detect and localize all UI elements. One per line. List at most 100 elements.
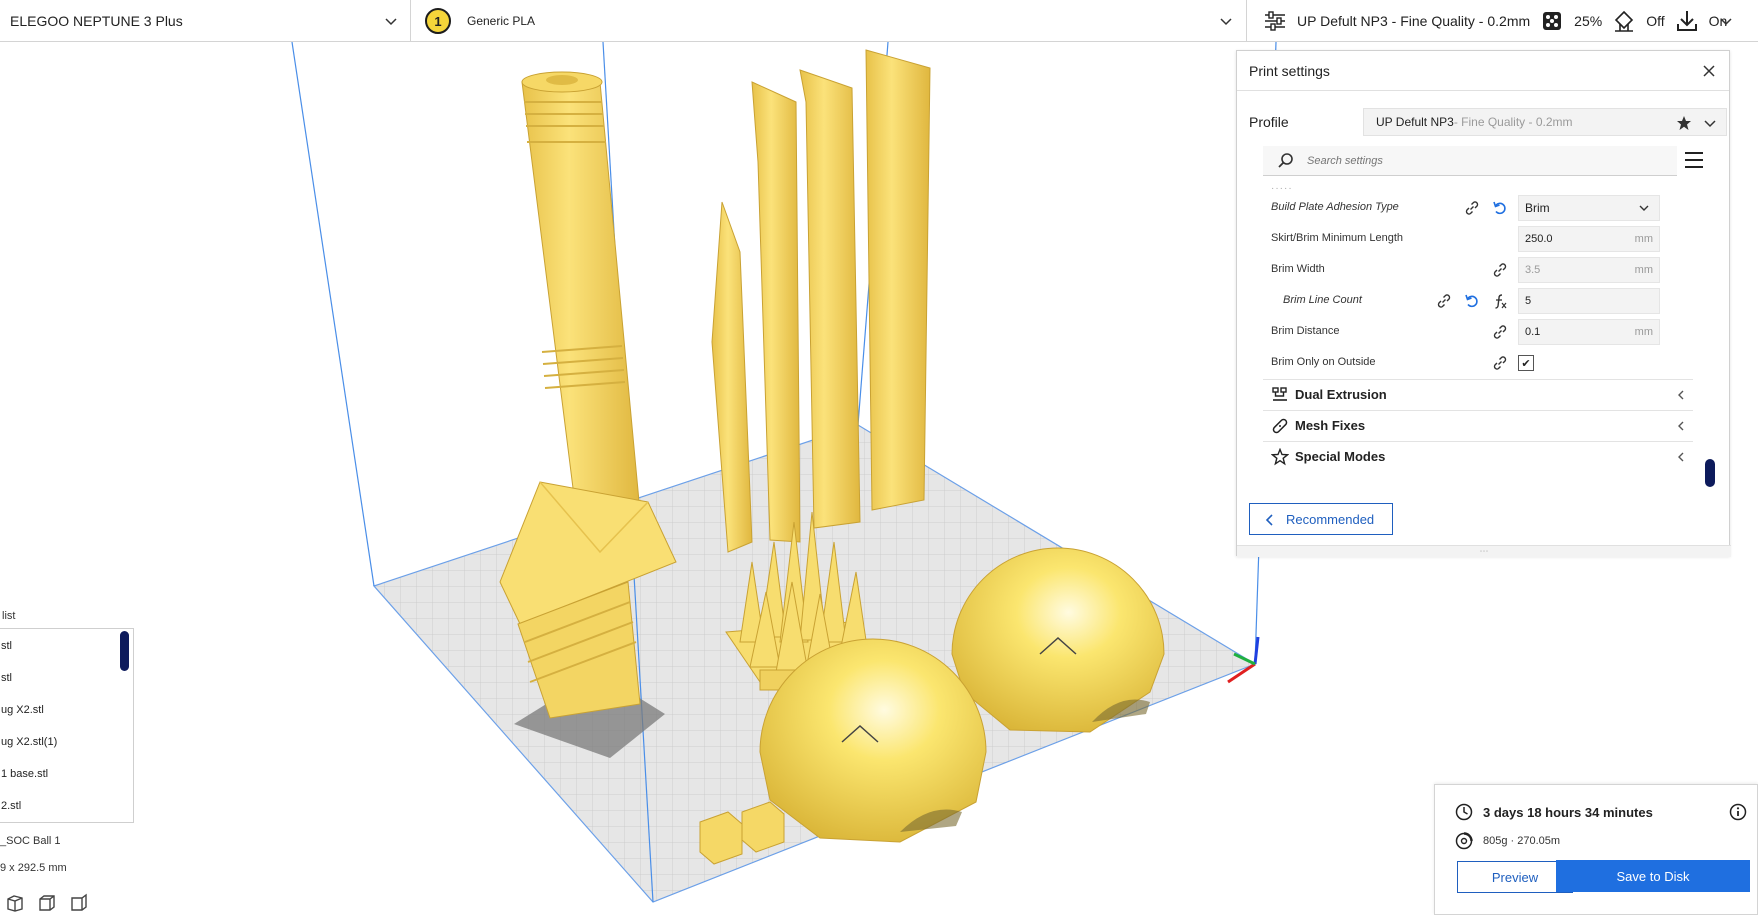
reset-icon[interactable] [1463, 292, 1481, 310]
brim-distance-input[interactable]: 0.1 mm [1518, 319, 1660, 345]
support-value: Off [1646, 13, 1665, 29]
view-front-icon[interactable] [36, 893, 58, 913]
profile-quality: - Fine Quality - 0.2mm [1453, 115, 1573, 129]
save-to-disk-button[interactable]: Save to Disk [1556, 860, 1750, 892]
clock-icon [1455, 803, 1473, 821]
star-icon[interactable] [1676, 115, 1692, 131]
setting-brim-only-outside: Brim Only on Outside ✔ [1263, 348, 1693, 378]
view-3d-icon[interactable] [4, 893, 26, 913]
profile-name: UP Defult NP3 [1376, 115, 1454, 129]
search-icon [1278, 153, 1293, 168]
list-item[interactable]: ug X2.stl [1, 695, 111, 725]
material-name: Generic PLA [467, 14, 536, 28]
infill-value: 25% [1574, 13, 1603, 29]
menu-icon[interactable] [1683, 149, 1705, 171]
unit-label: mm [1634, 233, 1653, 245]
brim-line-count-input[interactable]: 5 [1518, 288, 1660, 314]
printer-name: ELEGOO NEPTUNE 3 Plus [10, 13, 183, 29]
close-icon[interactable] [1701, 63, 1717, 79]
search-input[interactable] [1307, 150, 1667, 172]
chevron-down-icon [1639, 205, 1649, 211]
setting-label: Brim Width [1271, 263, 1325, 275]
view-buttons [4, 893, 90, 913]
view-side-icon[interactable] [68, 893, 90, 913]
extruder-badge: 1 [425, 8, 451, 34]
info-icon[interactable] [1729, 803, 1747, 821]
print-settings-panel: Print settings Profile UP Defult NP3 - F… [1236, 50, 1731, 557]
brim-only-outside-checkbox[interactable]: ✔ [1518, 355, 1534, 371]
dual-extrusion-icon [1272, 387, 1287, 401]
list-item[interactable]: stl [1, 631, 111, 661]
profile-summary: UP Defult NP3 - Fine Quality - 0.2mm [1297, 13, 1531, 29]
panel-resize-handle[interactable]: ⋯ [1237, 545, 1731, 557]
recommended-label: Recommended [1286, 511, 1375, 527]
setting-brim-width: Brim Width 3.5 mm [1263, 255, 1693, 285]
list-item[interactable]: 1 base.stl [1, 759, 111, 789]
link-icon[interactable] [1491, 261, 1509, 279]
profile-dropdown[interactable]: UP Defult NP3 - Fine Quality - 0.2mm [1363, 108, 1727, 136]
input-value: 5 [1525, 295, 1532, 307]
support-icon [1615, 10, 1634, 32]
chevron-down-icon [1720, 18, 1732, 26]
chevron-left-icon [1678, 452, 1684, 462]
adhesion-type-value: Brim [1525, 201, 1550, 215]
list-item[interactable]: 2.stl [1, 791, 111, 821]
chevron-down-icon [1704, 120, 1716, 128]
category-dual-extrusion[interactable]: Dual Extrusion [1263, 379, 1693, 409]
recommended-button[interactable]: Recommended [1249, 503, 1393, 535]
input-value: 0.1 [1525, 326, 1541, 338]
category-label: Dual Extrusion [1295, 387, 1387, 402]
link-icon[interactable] [1463, 199, 1481, 217]
setting-brim-distance: Brim Distance 0.1 mm [1263, 317, 1693, 347]
selected-object-name: _SOC Ball 1 [0, 835, 61, 847]
function-icon[interactable] [1491, 292, 1509, 310]
brim-width-input[interactable]: 3.5 mm [1518, 257, 1660, 283]
link-icon[interactable] [1491, 323, 1509, 341]
setting-brim-line-count: Brim Line Count 5 [1263, 286, 1693, 316]
input-value: 250.0 [1525, 233, 1553, 245]
settings-scrollbar[interactable] [1705, 459, 1715, 487]
adhesion-type-select[interactable]: Brim [1518, 195, 1660, 221]
unit-label: mm [1634, 264, 1653, 276]
sliders-icon [1265, 11, 1285, 31]
link-icon[interactable] [1435, 292, 1453, 310]
object-list-title[interactable]: list [2, 610, 15, 622]
object-list: stl stl ug X2.stl ug X2.stl(1) 1 base.st… [0, 628, 134, 823]
spool-icon [1455, 832, 1473, 850]
category-label: Mesh Fixes [1295, 418, 1366, 433]
category-label: Special Modes [1295, 449, 1386, 464]
chevron-down-icon [385, 18, 397, 26]
settings-list: ····· Build Plate Adhesion Type Brim Ski… [1263, 183, 1693, 537]
print-estimate-panel: 3 days 18 hours 34 minutes 805g · 270.05… [1434, 784, 1758, 915]
top-toolbar: ELEGOO NEPTUNE 3 Plus 1 Generic PLA UP D… [0, 0, 1758, 42]
setting-label: Brim Line Count [1283, 294, 1362, 306]
blade-models[interactable] [751, 49, 931, 543]
unit-label: mm [1634, 326, 1653, 338]
setting-skirt-brim-min-length: Skirt/Brim Minimum Length 250.0 mm [1263, 224, 1693, 254]
reset-icon[interactable] [1491, 199, 1509, 217]
selected-object-dimensions: 9 x 292.5 mm [0, 862, 67, 874]
adhesion-icon [1676, 11, 1697, 31]
setting-label: Build Plate Adhesion Type [1271, 201, 1399, 213]
list-item[interactable]: ug X2.stl(1) [1, 727, 111, 757]
category-mesh-fixes[interactable]: Mesh Fixes [1263, 410, 1693, 440]
material-selector[interactable]: 1 Generic PLA [411, 0, 1247, 42]
profile-label: Profile [1249, 114, 1289, 130]
print-settings-selector[interactable]: UP Defult NP3 - Fine Quality - 0.2mm 25%… [1247, 0, 1758, 42]
category-special-modes[interactable]: Special Modes [1263, 441, 1693, 471]
input-value: 3.5 [1525, 264, 1541, 276]
link-icon[interactable] [1491, 354, 1509, 372]
setting-adhesion-type: Build Plate Adhesion Type Brim [1263, 193, 1693, 223]
search-box [1263, 146, 1677, 176]
panel-title: Print settings [1237, 51, 1729, 91]
estimated-material: 805g · 270.05m [1483, 835, 1561, 847]
setting-label: Skirt/Brim Minimum Length [1271, 232, 1404, 244]
bandage-icon [1272, 418, 1288, 434]
star-outline-icon [1271, 448, 1289, 466]
printer-selector[interactable]: ELEGOO NEPTUNE 3 Plus [0, 0, 411, 42]
object-list-scrollbar[interactable] [120, 631, 129, 671]
chevron-left-icon [1678, 421, 1684, 431]
chevron-down-icon [1220, 18, 1232, 26]
skirt-brim-min-length-input[interactable]: 250.0 mm [1518, 226, 1660, 252]
list-item[interactable]: stl [1, 663, 111, 693]
